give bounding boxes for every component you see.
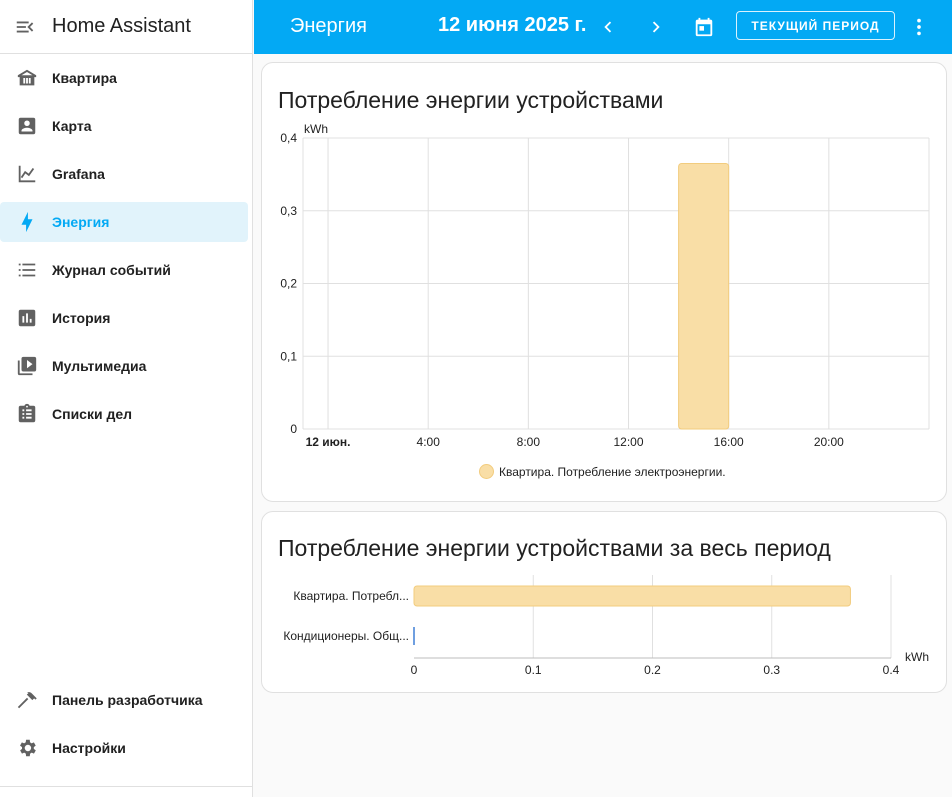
date-picker-button[interactable] <box>689 12 719 42</box>
sidebar-item-label: Мультимедиа <box>52 358 147 374</box>
sidebar-item-label: Журнал событий <box>52 262 171 278</box>
format-list-icon <box>0 250 52 290</box>
y-tick-label: 0,4 <box>280 131 297 145</box>
top-app-bar: Энергия 12 июня 2025 г. ТЕКУЩИЙ ПЕРИОД <box>254 0 952 54</box>
total-energy-chart: 0 0.1 0.2 0.3 0.4 kWh Квартира. Потребл... Конд… <box>283 575 929 677</box>
hourly-energy-chart: 0 0,1 0,2 0,3 0,4 12 июн. 4:00 8:00 12:00 16:00 20… <box>280 122 930 449</box>
sidebar-item-todo[interactable]: Списки дел <box>0 394 248 434</box>
sidebar-item-kvartira[interactable]: Квартира <box>0 58 248 98</box>
sidebar-header: Home Assistant <box>0 0 252 54</box>
energy-bar <box>678 162 730 430</box>
x-tick-label: 16:00 <box>714 435 744 449</box>
lightning-bolt-icon <box>0 202 52 242</box>
calendar-icon <box>695 17 713 37</box>
sidebar-divider <box>0 786 252 787</box>
x-tick-label: 0.3 <box>763 663 780 677</box>
sidebar-item-logbook[interactable]: Журнал событий <box>0 250 248 290</box>
y-tick-label: 0,1 <box>280 349 297 363</box>
app-title: Home Assistant <box>52 15 191 37</box>
chart-line-icon <box>0 154 52 194</box>
previous-period-button[interactable] <box>593 12 623 42</box>
sidebar-item-label: Grafana <box>52 166 105 182</box>
x-tick-label: 0.1 <box>525 663 542 677</box>
sidebar-item-developer-tools[interactable]: Панель разработчика <box>0 680 248 720</box>
next-period-button[interactable] <box>641 12 671 42</box>
play-box-multiple-icon <box>0 346 52 386</box>
menu-open-icon <box>16 21 34 32</box>
x-tick-label: 4:00 <box>417 435 441 449</box>
sidebar-item-label: Панель разработчика <box>52 692 203 708</box>
dots-vertical-icon <box>917 18 921 36</box>
sidebar-item-media[interactable]: Мультимедиа <box>0 346 248 386</box>
x-tick-label: 0.4 <box>883 663 900 677</box>
y-tick-label: 0,2 <box>280 277 297 291</box>
sidebar-bottom: Панель разработчика Настройки <box>0 680 252 776</box>
sidebar-item-label: Настройки <box>52 740 126 756</box>
sidebar-item-label: Квартира <box>52 70 117 86</box>
y-tick-label: 0,3 <box>280 204 297 218</box>
sidebar-item-label: Энергия <box>52 214 110 230</box>
sidebar-item-grafana[interactable]: Grafana <box>0 154 248 194</box>
sidebar: Home Assistant Квартира Карта Grafana Эн… <box>0 0 253 797</box>
current-date: 12 июня 2025 г. <box>438 14 587 36</box>
x-tick-label: 8:00 <box>517 435 541 449</box>
sidebar-item-history[interactable]: История <box>0 298 248 338</box>
energy-devices-hourly-card: Потребление энергии устройствами 0 0,1 0,2… <box>261 62 947 502</box>
chevron-left-icon <box>604 21 612 33</box>
chevron-right-icon <box>652 21 660 33</box>
sidebar-nav: Квартира Карта Grafana Энергия Журнал со… <box>0 58 252 442</box>
sidebar-item-label: Карта <box>52 118 92 134</box>
energy-bar <box>413 585 851 607</box>
x-tick-label: 12 июн. <box>306 435 351 449</box>
category-label: Кондиционеры. Общ... <box>283 629 409 643</box>
y-unit-label: kWh <box>304 122 328 136</box>
clipboard-list-icon <box>0 394 52 434</box>
chart-legend-item[interactable]: Квартира. Потребление электроэнергии. <box>479 464 726 479</box>
overflow-menu-button[interactable] <box>904 12 934 42</box>
x-tick-label: 20:00 <box>814 435 844 449</box>
current-period-button[interactable]: ТЕКУЩИЙ ПЕРИОД <box>736 11 895 40</box>
x-tick-label: 12:00 <box>614 435 644 449</box>
y-tick-label: 0 <box>290 422 297 436</box>
account-box-icon <box>0 106 52 146</box>
x-unit-label: kWh <box>905 650 929 664</box>
legend-swatch <box>479 464 494 479</box>
sidebar-item-energy[interactable]: Энергия <box>0 202 248 242</box>
cog-icon <box>0 728 52 768</box>
sidebar-item-label: История <box>52 310 111 326</box>
sidebar-item-label: Списки дел <box>52 406 133 422</box>
x-tick-label: 0.2 <box>644 663 661 677</box>
chart-box-icon <box>0 298 52 338</box>
legend-label: Квартира. Потребление электроэнергии. <box>499 464 726 479</box>
category-label: Квартира. Потребл... <box>293 589 409 603</box>
page-title: Энергия <box>290 15 367 37</box>
x-tick-label: 0 <box>411 663 418 677</box>
energy-devices-total-card: Потребление энергии устройствами за весь… <box>261 511 947 693</box>
sidebar-item-settings[interactable]: Настройки <box>0 728 248 768</box>
hammer-icon <box>0 680 52 720</box>
sidebar-item-karta[interactable]: Карта <box>0 106 248 146</box>
menu-collapse-button[interactable] <box>0 0 50 54</box>
home-icon <box>0 58 52 98</box>
